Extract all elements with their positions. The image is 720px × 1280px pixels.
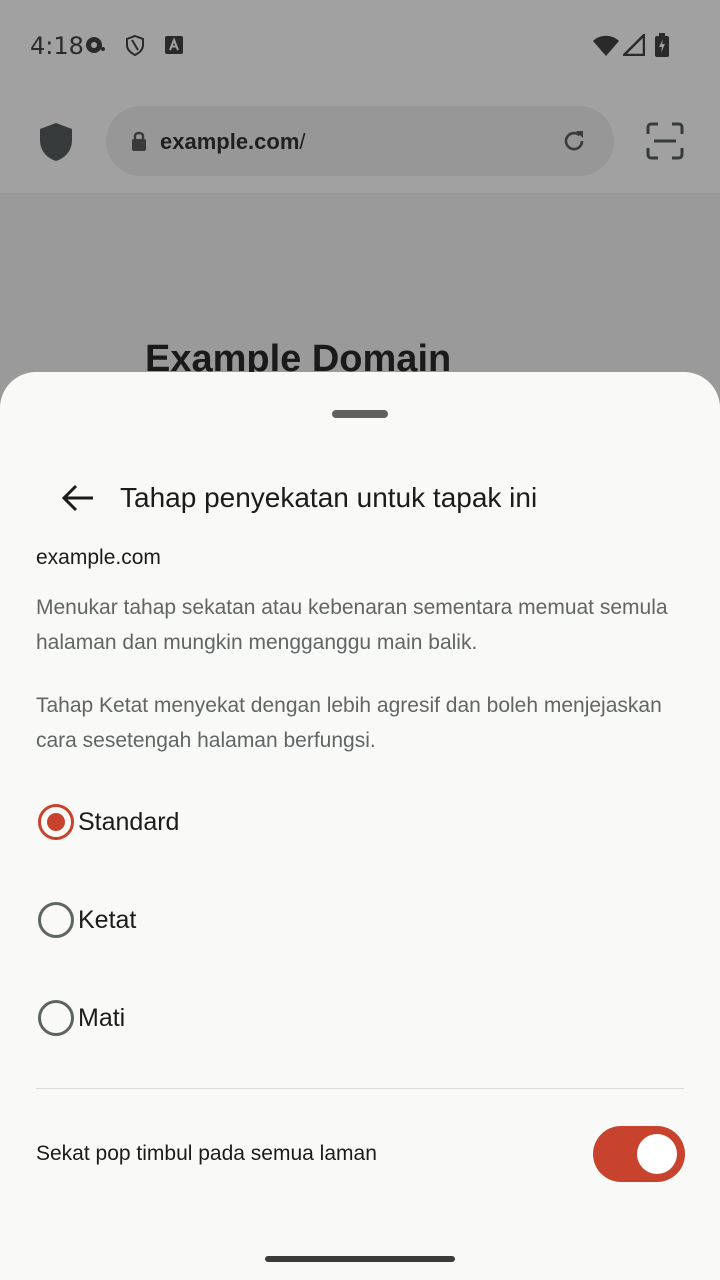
popup-block-toggle[interactable] — [593, 1126, 685, 1182]
description-strict: Tahap Ketat menyekat dengan lebih agresi… — [36, 694, 662, 752]
gesture-nav-bar[interactable] — [265, 1256, 455, 1262]
lock-icon — [132, 131, 146, 151]
sheet-title: Tahap penyekatan untuk tapak ini — [120, 482, 538, 513]
drag-handle[interactable] — [332, 410, 388, 418]
toggle-knob — [637, 1134, 677, 1174]
battery-charging-icon — [655, 33, 669, 57]
url-path: / — [299, 129, 306, 154]
option-standard[interactable]: Standard — [36, 792, 684, 852]
url-bar[interactable]: example.com/ — [106, 106, 614, 176]
popup-block-label: Sekat pop timbul pada semua laman — [36, 1142, 377, 1165]
url-domain: example.com — [160, 129, 300, 154]
wifi-icon — [593, 35, 619, 56]
option-mati[interactable]: Mati — [36, 988, 684, 1048]
back-arrow-icon — [61, 484, 93, 512]
radio-standard[interactable] — [38, 804, 74, 840]
blocking-level-sheet: Tahap penyekatan untuk tapak ini example… — [0, 372, 720, 1280]
radio-ketat[interactable] — [38, 902, 74, 938]
option-ketat-label: Ketat — [78, 906, 137, 934]
divider — [36, 1088, 684, 1089]
scan-icon[interactable] — [646, 122, 684, 160]
option-ketat[interactable]: Ketat — [36, 890, 684, 950]
signal-icon — [623, 34, 645, 56]
radio-mati[interactable] — [38, 1000, 74, 1036]
media-icon — [86, 37, 105, 53]
site-domain: example.com — [36, 546, 161, 569]
option-mati-label: Mati — [78, 1004, 126, 1032]
description-reload: Menukar tahap sekatan atau kebenaran sem… — [36, 596, 668, 654]
url-text: example.com/ — [160, 129, 306, 155]
status-bar: 4:18 — [0, 0, 720, 92]
browser-toolbar: example.com/ — [0, 92, 720, 194]
font-a-icon — [165, 36, 183, 54]
option-standard-label: Standard — [78, 808, 180, 836]
status-time: 4:18 — [30, 32, 84, 60]
back-button[interactable] — [56, 476, 100, 520]
reload-icon[interactable] — [560, 127, 588, 155]
privacy-shield-icon[interactable] — [38, 122, 74, 162]
shield-outline-icon — [126, 34, 144, 56]
